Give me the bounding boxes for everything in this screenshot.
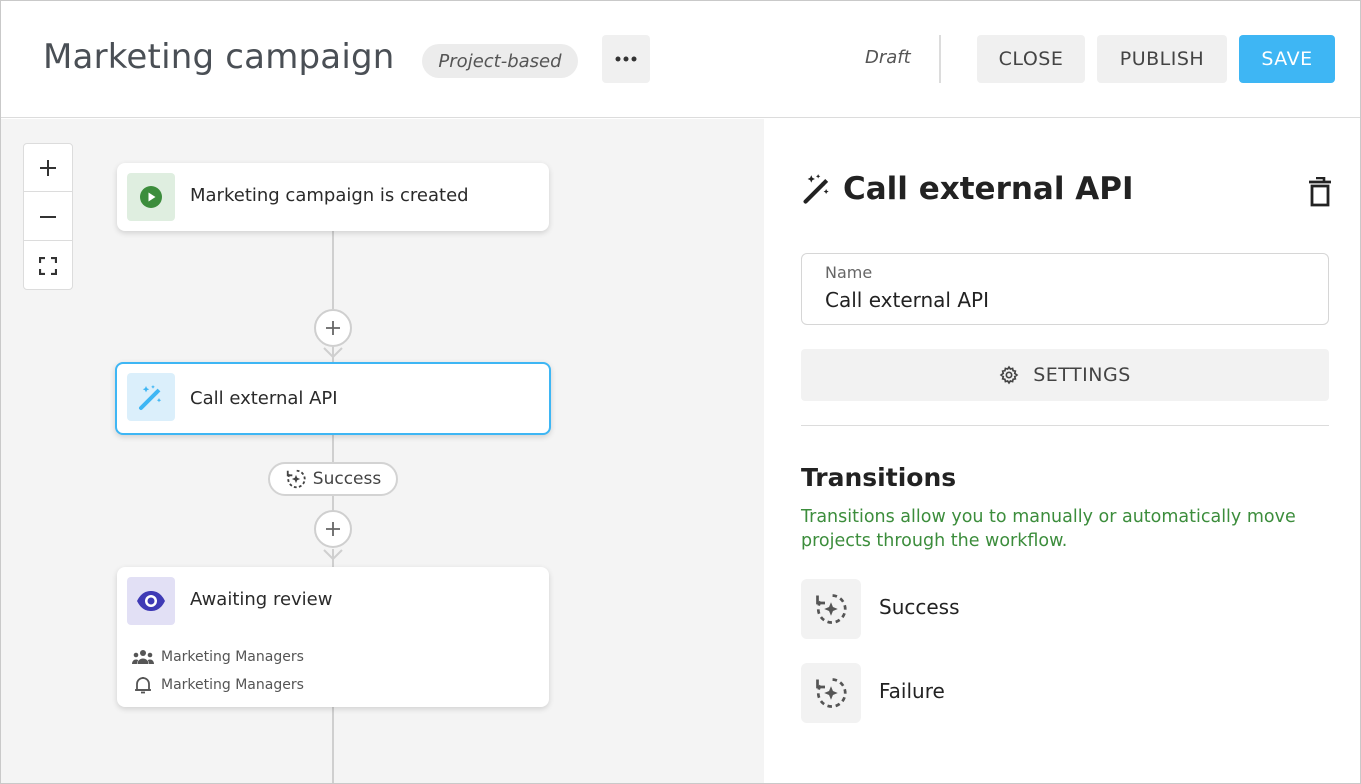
minus-icon xyxy=(40,215,56,218)
assignees-text: Marketing Managers xyxy=(161,649,304,665)
play-icon xyxy=(140,186,162,208)
trash-icon[interactable] xyxy=(1308,177,1332,207)
panel-title: Call external API xyxy=(843,171,1134,207)
transition-icon-box xyxy=(801,579,861,639)
zoom-in-button[interactable] xyxy=(24,144,72,192)
more-horizontal-icon xyxy=(615,56,637,62)
eye-icon xyxy=(137,591,165,611)
assignees-row: Marketing Managers xyxy=(131,649,304,665)
connector-line xyxy=(332,231,334,309)
auto-transition-icon xyxy=(816,594,847,624)
top-bar: Marketing campaign Project-based Draft C… xyxy=(1,1,1360,118)
transition-pill-label: Success xyxy=(312,469,382,489)
save-button[interactable]: SAVE xyxy=(1239,35,1335,83)
name-field-label: Name xyxy=(825,263,873,282)
transition-pill-success[interactable]: Success xyxy=(268,462,398,496)
add-step-button[interactable] xyxy=(314,309,352,347)
name-field[interactable]: Name Call external API xyxy=(801,253,1329,325)
publish-button[interactable]: PUBLISH xyxy=(1097,35,1227,83)
gear-icon xyxy=(999,365,1019,385)
workflow-node-review[interactable]: Awaiting review Marketing Managers Marke… xyxy=(117,567,549,707)
node-label: Call external API xyxy=(190,388,338,409)
arrow-down-icon xyxy=(323,549,343,561)
transition-label: Success xyxy=(879,595,960,619)
panel-divider xyxy=(801,425,1329,426)
magic-wand-icon xyxy=(803,174,829,204)
settings-button[interactable]: SETTINGS xyxy=(801,349,1329,401)
node-icon-box xyxy=(127,373,175,421)
fit-screen-button[interactable] xyxy=(24,242,72,290)
auto-transition-icon xyxy=(286,469,306,489)
app-window: Marketing campaign Project-based Draft C… xyxy=(0,0,1361,784)
zoom-controls xyxy=(23,143,73,290)
status-label: Draft xyxy=(865,47,911,68)
settings-label: SETTINGS xyxy=(1033,364,1131,386)
node-icon-box xyxy=(127,173,175,221)
connector-line xyxy=(332,435,334,463)
transition-item-failure[interactable]: Failure xyxy=(801,663,1321,723)
people-icon xyxy=(132,650,154,664)
workflow-node-trigger[interactable]: Marketing campaign is created xyxy=(117,163,549,231)
more-options-button[interactable] xyxy=(602,35,650,83)
node-label: Marketing campaign is created xyxy=(190,185,469,206)
node-icon-box xyxy=(127,577,175,625)
page-title: Marketing campaign xyxy=(43,37,395,77)
transition-label: Failure xyxy=(879,679,945,703)
plus-icon xyxy=(326,321,340,335)
notifications-row: Marketing Managers xyxy=(131,676,304,694)
connector-line xyxy=(332,707,334,783)
bell-icon xyxy=(135,677,151,694)
step-details-panel: Call external API Name Call external API… xyxy=(765,119,1360,783)
plus-icon xyxy=(40,159,56,176)
transition-icon-box xyxy=(801,663,861,723)
zoom-out-button[interactable] xyxy=(24,193,72,241)
transitions-title: Transitions xyxy=(801,463,957,492)
connector-line xyxy=(332,496,334,511)
notifications-text: Marketing Managers xyxy=(161,677,304,693)
transitions-description: Transitions allow you to manually or aut… xyxy=(801,507,1296,551)
transition-item-success[interactable]: Success xyxy=(801,579,1321,639)
arrow-down-icon xyxy=(323,347,343,359)
fit-screen-icon xyxy=(39,257,57,275)
workflow-canvas[interactable]: Marketing campaign is created Call exter… xyxy=(1,119,764,783)
workflow-node-call-api[interactable]: Call external API xyxy=(115,362,551,435)
auto-transition-icon xyxy=(816,678,847,708)
type-badge: Project-based xyxy=(422,44,578,78)
node-label: Awaiting review xyxy=(190,589,333,610)
add-step-button[interactable] xyxy=(314,510,352,548)
plus-icon xyxy=(326,522,340,536)
header-divider xyxy=(939,35,941,83)
magic-wand-icon xyxy=(139,385,162,410)
close-button[interactable]: CLOSE xyxy=(977,35,1085,83)
name-field-value[interactable]: Call external API xyxy=(825,288,989,312)
